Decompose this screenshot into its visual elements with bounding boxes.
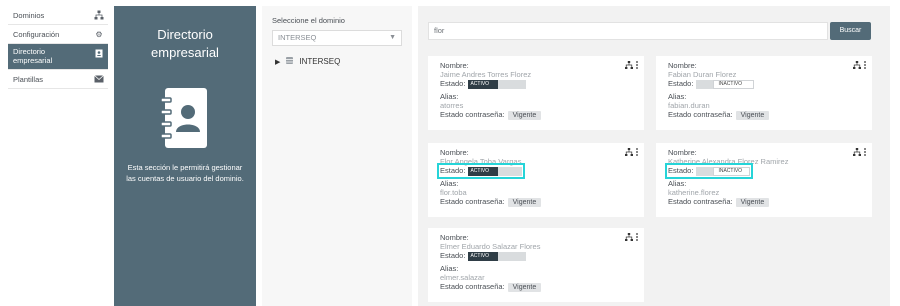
domain-tree-node[interactable]: ▶ INTERSEQ (272, 56, 402, 67)
more-options-icon[interactable] (636, 233, 638, 243)
results-area: flor Buscar Nombre: Jaime Andres Torres … (418, 6, 890, 306)
directory-hero-panel: Directorio empresarial Esta sección le p… (114, 6, 256, 306)
alias-label: Alias: (440, 92, 459, 101)
contact-book-icon (94, 48, 104, 58)
nav-item-label: Plantillas (13, 75, 44, 84)
name-label: Nombre: (440, 61, 469, 70)
caret-right-icon[interactable]: ▶ (275, 58, 280, 66)
status-toggle[interactable]: ACTIVO (468, 166, 522, 176)
more-options-icon[interactable] (636, 61, 638, 71)
user-alias: atorres (440, 101, 464, 110)
nav-item-label: Dominios (13, 11, 45, 20)
state-label: Estado: (668, 166, 694, 175)
hero-description: Esta sección le permitirá gestionar las … (126, 163, 244, 183)
org-chart-icon[interactable] (625, 61, 633, 71)
domain-select[interactable]: INTERSEQ ▼ (272, 30, 402, 46)
password-state-label: Estado contraseña: (668, 110, 733, 119)
password-status-badge: Vigente (735, 197, 770, 207)
search-input[interactable]: flor (428, 22, 828, 40)
highlighted-status-row: Estado: INACTIVO (665, 163, 753, 179)
status-toggle[interactable]: ACTIVO (468, 251, 527, 261)
alias-label: Alias: (440, 264, 459, 273)
gear-icon: ⚙ (95, 29, 103, 39)
password-state-label: Estado contraseña: (440, 197, 505, 206)
user-alias: fabian.duran (668, 101, 710, 110)
user-card: Nombre: Elmer Eduardo Salazar Flores Est… (428, 228, 644, 302)
status-value: INACTIVO (713, 79, 755, 89)
user-card: Nombre: Flor Angela Toba Vargas Estado: … (428, 143, 644, 217)
status-value: ACTIVO (468, 251, 499, 261)
name-label: Nombre: (668, 148, 697, 157)
state-label: Estado: (668, 79, 694, 88)
left-nav: Dominios Configuración ⚙ Directorio empr… (8, 6, 108, 89)
password-status-badge: Vigente (507, 282, 542, 292)
domain-select-label: Seleccione el dominio (272, 16, 345, 25)
user-name: Fabian Duran Florez (668, 70, 737, 79)
nav-item-label: Directorio empresarial (13, 47, 53, 65)
password-status-badge: Vigente (507, 110, 542, 120)
hero-title: Directorio empresarial (151, 27, 219, 60)
password-status-badge: Vigente (507, 197, 542, 207)
address-book-icon (159, 86, 211, 150)
password-state-label: Estado contraseña: (440, 110, 505, 119)
sitemap-icon (94, 10, 104, 20)
nav-item-configuracion[interactable]: Configuración ⚙ (8, 25, 108, 44)
password-state-label: Estado contraseña: (440, 282, 505, 291)
chevron-down-icon: ▼ (389, 34, 396, 41)
nav-item-plantillas[interactable]: Plantillas (8, 70, 108, 89)
status-value: INACTIVO (713, 166, 750, 176)
more-options-icon[interactable] (864, 148, 866, 158)
state-label: Estado: (440, 251, 466, 260)
domain-tree-label: INTERSEQ (299, 57, 341, 66)
user-card: Nombre: Fabian Duran Florez Estado: INAC… (656, 56, 872, 130)
org-chart-icon[interactable] (853, 61, 861, 71)
org-chart-icon[interactable] (853, 148, 861, 158)
status-toggle[interactable]: ACTIVO (468, 79, 527, 89)
alias-label: Alias: (668, 92, 687, 101)
name-label: Nombre: (440, 233, 469, 242)
user-alias: flor.toba (440, 188, 467, 197)
status-value: ACTIVO (468, 166, 499, 176)
user-name: Katherine Alexandra Florez Ramirez (668, 157, 789, 166)
user-alias: elmer.salazar (440, 273, 485, 282)
alias-label: Alias: (440, 179, 459, 188)
user-name: Elmer Eduardo Salazar Flores (440, 242, 541, 251)
more-options-icon[interactable] (864, 61, 866, 71)
org-chart-icon[interactable] (625, 148, 633, 158)
user-name: Jaime Andres Torres Florez (440, 70, 532, 79)
search-button[interactable]: Buscar (830, 22, 871, 40)
nav-item-directorio[interactable]: Directorio empresarial (8, 44, 108, 70)
name-label: Nombre: (440, 148, 469, 157)
database-icon (285, 56, 294, 67)
domain-column: Seleccione el dominio INTERSEQ ▼ ▶ INTER… (262, 6, 412, 306)
state-label: Estado: (440, 166, 466, 175)
password-state-label: Estado contraseña: (668, 197, 733, 206)
more-options-icon[interactable] (636, 148, 638, 158)
domain-select-value: INTERSEQ (278, 33, 317, 42)
user-alias: katherine.florez (668, 188, 720, 197)
status-value: ACTIVO (468, 79, 499, 89)
state-label: Estado: (440, 79, 466, 88)
status-toggle[interactable]: INACTIVO (696, 166, 750, 176)
envelope-icon (94, 74, 104, 84)
password-status-badge: Vigente (735, 110, 770, 120)
alias-label: Alias: (668, 179, 687, 188)
name-label: Nombre: (668, 61, 697, 70)
user-name: Flor Angela Toba Vargas (440, 157, 522, 166)
status-toggle[interactable]: INACTIVO (696, 79, 755, 89)
nav-item-dominios[interactable]: Dominios (8, 6, 108, 25)
org-chart-icon[interactable] (625, 233, 633, 243)
highlighted-status-row: Estado: ACTIVO (437, 163, 525, 179)
user-card: Nombre: Katherine Alexandra Florez Ramir… (656, 143, 872, 217)
user-card: Nombre: Jaime Andres Torres Florez Estad… (428, 56, 644, 130)
nav-item-label: Configuración (13, 30, 60, 39)
